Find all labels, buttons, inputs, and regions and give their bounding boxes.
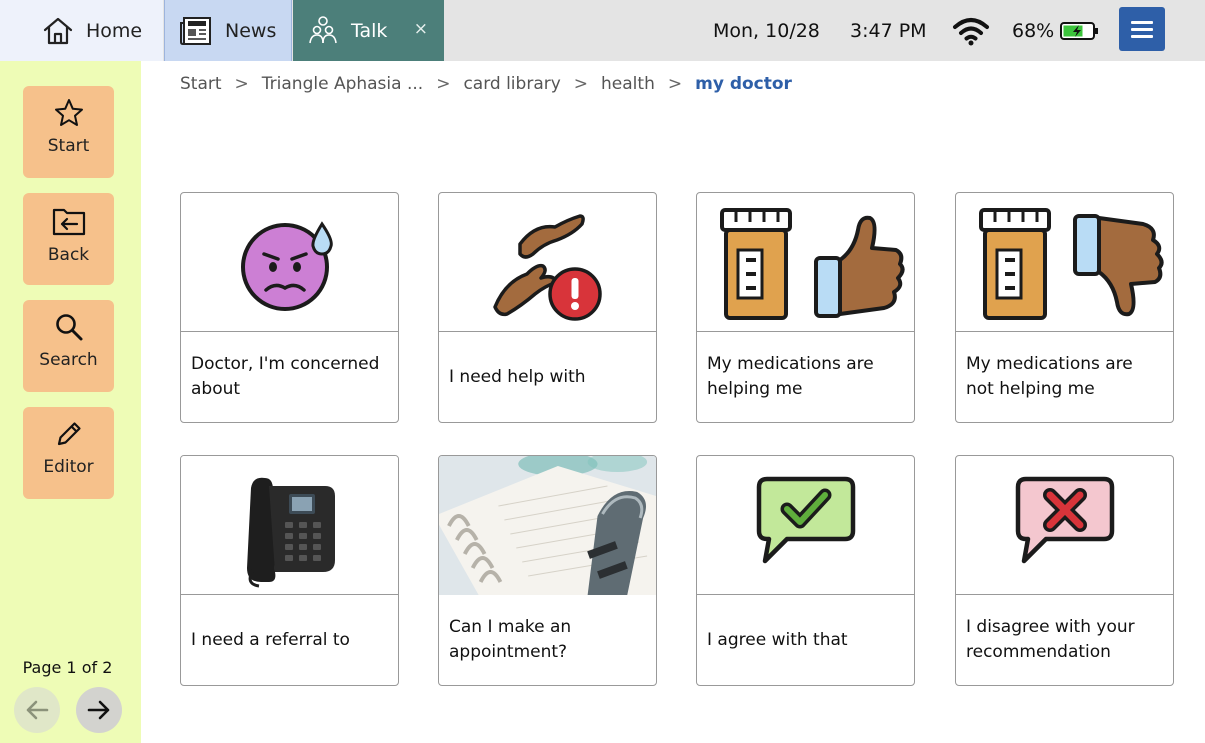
card-label: My medications are not helping me [966, 354, 1133, 399]
card-label: My medications are helping me [707, 354, 874, 399]
next-page-button[interactable] [76, 687, 122, 733]
card-label: I disagree with your recommendation [966, 617, 1135, 662]
tab-news[interactable]: News [164, 0, 292, 61]
battery-charging-icon [1060, 21, 1099, 40]
home-icon [43, 17, 73, 44]
tab-news-label: News [225, 19, 277, 42]
arrow-left-icon [26, 700, 49, 720]
card-appointment[interactable]: Can I make an appointment? [438, 455, 657, 686]
arrow-right-icon [87, 700, 110, 720]
speech-x-icon [1015, 476, 1114, 564]
breadcrumb: Start > Triangle Aphasia ... > card libr… [180, 74, 792, 94]
start-label: Start [47, 136, 90, 156]
medication-thumbs-up-icon [719, 208, 905, 320]
breadcrumb-separator: > [667, 74, 683, 94]
breadcrumb-card-library[interactable]: card library [463, 74, 560, 94]
search-label: Search [39, 350, 98, 370]
worried-face-icon [240, 221, 333, 311]
previous-page-button[interactable] [14, 687, 60, 733]
newspaper-icon [180, 16, 211, 45]
start-button[interactable]: Start [23, 86, 114, 178]
page-indicator: Page 1 of 2 [22, 658, 113, 677]
card-need-help[interactable]: I need help with [438, 192, 657, 423]
star-icon [54, 99, 83, 126]
talk-people-icon [309, 15, 337, 43]
breadcrumb-start[interactable]: Start [180, 74, 222, 94]
close-tab-icon[interactable]: × [414, 19, 428, 39]
editor-label: Editor [43, 457, 94, 477]
wifi-icon [952, 0, 990, 61]
pencil-icon [57, 422, 81, 446]
status-date: Mon, 10/28 [713, 19, 820, 42]
breadcrumb-health[interactable]: health [601, 74, 655, 94]
card-referral[interactable]: I need a referral to [180, 455, 399, 686]
hamburger-menu-icon[interactable] [1119, 7, 1165, 51]
back-label: Back [47, 245, 90, 265]
card-label: I need help with [449, 366, 586, 387]
breadcrumb-separator: > [234, 74, 249, 94]
card-label: Doctor, I'm concerned about [191, 354, 380, 399]
tab-home-label: Home [86, 19, 143, 42]
speech-check-icon [756, 476, 855, 564]
card-meds-helping[interactable]: My medications are helping me [696, 192, 915, 423]
card-disagree[interactable]: I disagree with your recommendation [955, 455, 1174, 686]
tab-home[interactable]: Home [0, 0, 163, 61]
card-agree[interactable]: I agree with that [696, 455, 915, 686]
card-label: I need a referral to [191, 629, 350, 650]
breadcrumb-current: my doctor [695, 74, 792, 94]
card-concerned[interactable]: Doctor, I'm concerned about [180, 192, 399, 423]
back-button[interactable]: Back [23, 193, 114, 285]
card-meds-not-helping[interactable]: My medications are not helping me [955, 192, 1174, 423]
card-label: Can I make an appointment? [449, 617, 572, 662]
desk-phone-image [246, 477, 335, 588]
search-icon [55, 314, 82, 341]
back-folder-icon [52, 208, 85, 236]
planner-image [439, 456, 656, 595]
battery-indicator: 68% [1012, 0, 1100, 61]
breadcrumb-triangle-aphasia[interactable]: Triangle Aphasia ... [262, 74, 423, 94]
helping-hands-icon [493, 214, 602, 321]
tab-talk[interactable]: Talk × [293, 0, 444, 61]
medication-thumbs-down-icon [978, 208, 1164, 320]
editor-button[interactable]: Editor [23, 407, 114, 499]
sidebar: Start Back Search Editor Page 1 of 2 [0, 61, 141, 743]
breadcrumb-separator: > [573, 74, 589, 94]
search-button[interactable]: Search [23, 300, 114, 392]
breadcrumb-separator: > [436, 74, 451, 94]
card-label: I agree with that [707, 629, 848, 650]
battery-percent: 68% [1012, 19, 1055, 42]
status-time: 3:47 PM [850, 19, 927, 42]
tab-talk-label: Talk [351, 19, 388, 42]
top-bar: Home News Talk × Mon, 10/28 3:47 PM 68% [0, 0, 1205, 61]
